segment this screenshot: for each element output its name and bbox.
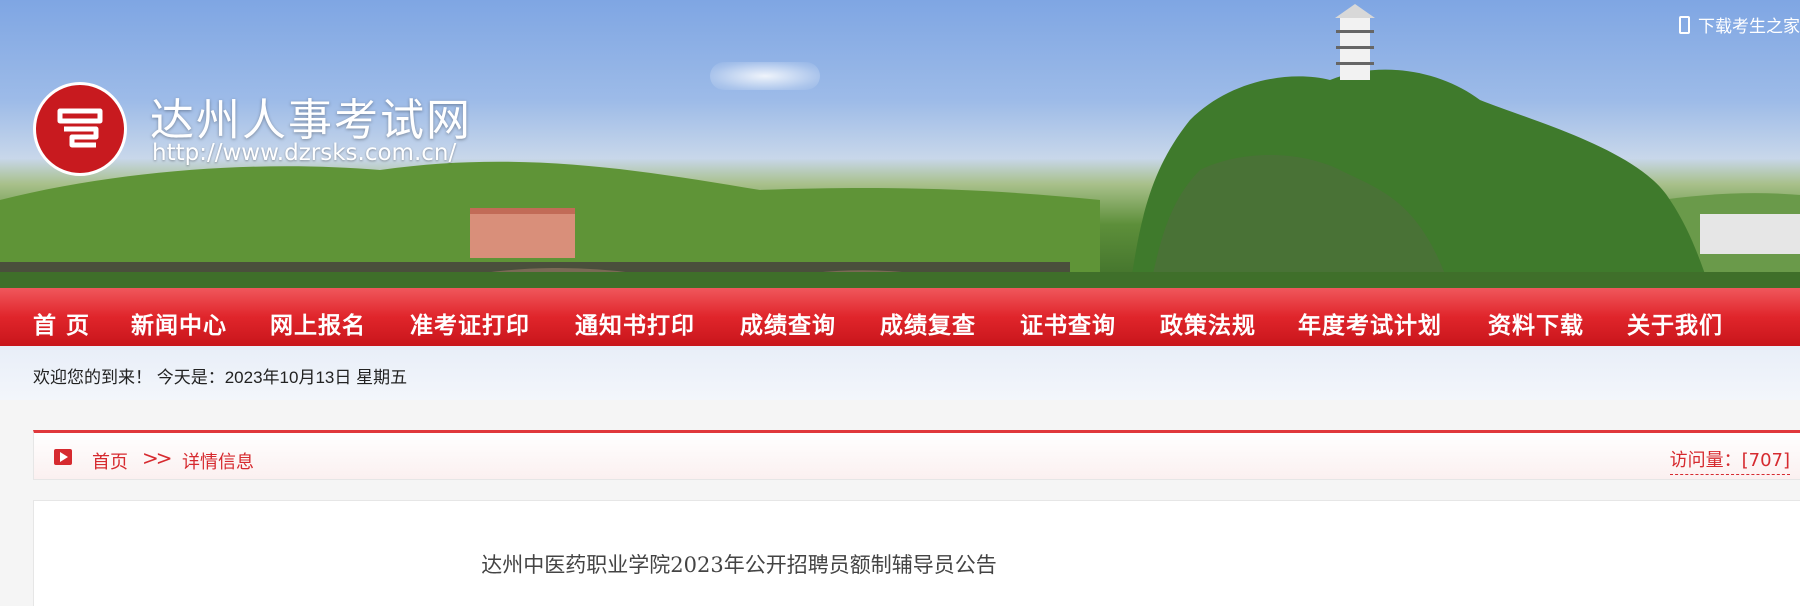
- main-nav: 首 页 新闻中心 网上报名 准考证打印 通知书打印 成绩查询 成绩复查 证书查询…: [0, 288, 1800, 350]
- download-app-label: 下载考生之家: [1698, 17, 1800, 37]
- site-url: http://www.dzrsks.com.cn/: [152, 140, 457, 166]
- nav-item-about[interactable]: 关于我们: [1627, 302, 1723, 340]
- nav-item-downloads[interactable]: 资料下载: [1488, 302, 1584, 340]
- nav-item-notice-print[interactable]: 通知书打印: [575, 302, 695, 340]
- header-banner: 达州人事考试网 http://www.dzrsks.com.cn/ 下载考生之家: [0, 0, 1800, 288]
- nav-item-policies[interactable]: 政策法规: [1160, 302, 1256, 340]
- breadcrumb-separator: >>: [142, 446, 172, 470]
- article-panel: 达州中医药职业学院2023年公开招聘员额制辅导员公告: [33, 500, 1800, 606]
- seal-logo-icon: [57, 108, 103, 148]
- nav-item-news[interactable]: 新闻中心: [131, 302, 227, 340]
- breadcrumb: 首页 >> 详情信息 访问量：[707]: [33, 430, 1800, 480]
- visit-counter: 访问量：[707]: [1669, 446, 1790, 475]
- welcome-bar: 欢迎您的到来！ 今天是：2023年10月13日 星期五: [0, 346, 1800, 400]
- nav-item-score-review[interactable]: 成绩复查: [880, 302, 976, 340]
- breadcrumb-home-link[interactable]: 首页: [92, 448, 128, 474]
- download-app-link[interactable]: 下载考生之家: [1679, 12, 1800, 37]
- welcome-text: 欢迎您的到来！ 今天是：2023年10月13日 星期五: [33, 368, 408, 387]
- nav-item-admission-ticket[interactable]: 准考证打印: [410, 302, 530, 340]
- play-icon: [54, 449, 72, 465]
- nav-item-online-registration[interactable]: 网上报名: [270, 302, 366, 340]
- nav-item-annual-plan[interactable]: 年度考试计划: [1298, 302, 1442, 340]
- site-logo[interactable]: [33, 82, 127, 176]
- nav-item-certificate-query[interactable]: 证书查询: [1020, 302, 1116, 340]
- breadcrumb-current[interactable]: 详情信息: [182, 448, 254, 474]
- nav-item-score-query[interactable]: 成绩查询: [740, 302, 836, 340]
- article-title: 达州中医药职业学院2023年公开招聘员额制辅导员公告: [481, 553, 997, 577]
- site-title: 达州人事考试网: [150, 95, 472, 146]
- phone-icon: [1679, 15, 1690, 34]
- nav-item-home[interactable]: 首 页: [33, 302, 91, 350]
